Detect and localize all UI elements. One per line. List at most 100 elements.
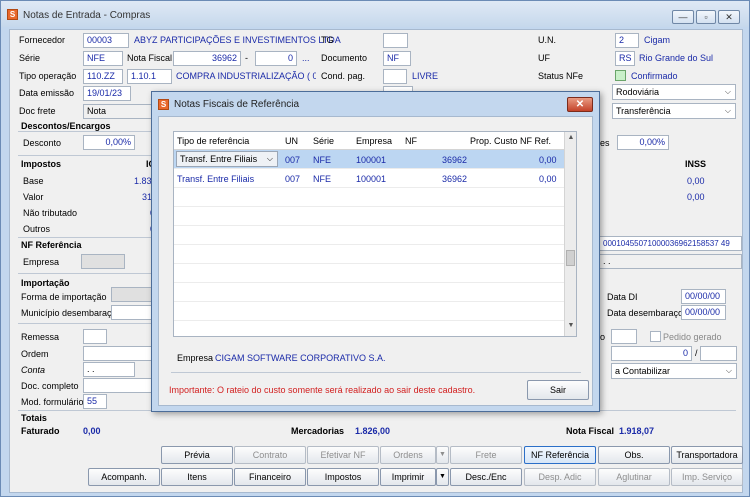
desconto-input[interactable]: 0,00% — [83, 135, 135, 150]
mod-formulario-input[interactable]: 55 — [83, 394, 107, 409]
fornecedor-code-input[interactable]: 00003 — [83, 33, 129, 48]
table-scrollbar[interactable]: ▲ ▼ — [564, 132, 576, 336]
nf-cell: 36962 — [442, 155, 468, 165]
efetivar-nf-button[interactable]: Efetivar NF — [307, 446, 379, 464]
nota-fiscal-label: Nota Fiscal — [127, 53, 173, 63]
dialog-empresa-value: CIGAM SOFTWARE CORPORATIVO S.A. — [215, 353, 386, 363]
tg-input[interactable] — [383, 33, 408, 48]
remessa-input[interactable] — [83, 329, 107, 344]
sair-button[interactable]: Sair — [527, 380, 589, 400]
table-header: Tipo de referência UN Série Empresa NF P… — [174, 132, 566, 150]
previa-button[interactable]: Prévia — [161, 446, 233, 464]
impostos-button[interactable]: Impostos — [307, 468, 379, 486]
doc-frete-label: Doc frete — [19, 106, 56, 116]
desp-adic-button[interactable]: Desp. Adic — [524, 468, 596, 486]
nota-fiscal-lookup[interactable]: ... — [302, 53, 310, 63]
close-icon[interactable]: ✕ — [567, 97, 593, 112]
doc-completo-label: Doc. completo — [21, 381, 79, 391]
table-row-empty — [174, 226, 566, 245]
zero-input[interactable]: 0 — [611, 346, 692, 361]
column-header[interactable]: NF — [405, 136, 417, 146]
divider — [18, 237, 153, 238]
maximize-icon[interactable]: ▫ — [696, 10, 716, 24]
pedido-gerado-checkbox[interactable] — [650, 331, 661, 342]
doc-frete-select[interactable]: Nota — [83, 104, 153, 119]
data-desembaraco-label: Data desembaraço — [607, 308, 684, 318]
documento-input[interactable]: NF — [383, 51, 411, 66]
column-header[interactable]: UN — [285, 136, 298, 146]
itens-button[interactable]: Itens — [161, 468, 233, 486]
dialog-panel: Tipo de referência UN Série Empresa NF P… — [158, 116, 593, 406]
minimize-icon[interactable]: — — [672, 10, 694, 24]
cond-pag-label: Cond. pag. — [321, 71, 366, 81]
transportadora-button[interactable]: Transportadora — [671, 446, 743, 464]
imprimir-dropdown-icon[interactable]: ▼ — [436, 468, 449, 486]
dialog-title: Notas Fiscais de Referência — [174, 99, 300, 110]
nf-referencia-button[interactable]: NF Referência — [524, 446, 596, 464]
obs-button[interactable]: Obs. — [598, 446, 670, 464]
financeiro-button[interactable]: Financeiro — [234, 468, 306, 486]
un-code-input[interactable]: 2 — [615, 33, 639, 48]
column-header[interactable]: Empresa — [356, 136, 392, 146]
ordens-button[interactable]: Ordens — [380, 446, 436, 464]
nota-fiscal-input[interactable]: 36962 — [173, 51, 241, 66]
doc-completo-input[interactable] — [83, 378, 153, 393]
contrato-button[interactable]: Contrato — [234, 446, 306, 464]
status-nfe-value: Confirmado — [631, 71, 678, 81]
column-header[interactable]: Tipo de referência — [177, 136, 249, 146]
tipo-operacao-desc: COMPRA INDUSTRIALIZAÇÃO ( 0 ve — [176, 71, 316, 81]
mercadorias-value: 1.826,00 — [355, 426, 391, 436]
chevron-down-icon: ⌵ — [725, 366, 732, 375]
chevron-down-icon: ⌵ — [266, 154, 273, 163]
faturado-value: 0,00 — [83, 426, 101, 436]
contabilizar-select[interactable]: a Contabilizar ⌵ — [611, 363, 737, 379]
serie-input[interactable]: NFE — [83, 51, 123, 66]
forma-importacao-label: Forma de importação — [21, 292, 107, 302]
desc-enc-button[interactable]: Desc./Enc — [450, 468, 522, 486]
acompanh-button[interactable]: Acompanh. — [88, 468, 160, 486]
column-header[interactable]: Prop. Custo NF Ref. — [470, 136, 551, 146]
cond-pag-input[interactable] — [383, 69, 407, 84]
right-pct-input[interactable]: 0,00% — [617, 135, 669, 150]
table-row-empty — [174, 207, 566, 226]
aglutinar-button[interactable]: Aglutinar — [598, 468, 670, 486]
serie-cell: NFE — [313, 174, 331, 184]
table-row[interactable]: Transf. Entre Filiais 007 NFE 100001 369… — [174, 169, 566, 188]
table-row[interactable]: Transf. Entre Filiais ⌵ 007 NFE 100001 3… — [174, 150, 566, 169]
uf-code-input[interactable]: RS — [615, 51, 635, 66]
inss-header: INSS — [685, 159, 707, 169]
slash-input[interactable] — [700, 346, 737, 361]
tipo-operacao-code-input[interactable]: 110.ZZ — [83, 69, 123, 84]
data-emissao-input[interactable]: 19/01/23 — [83, 86, 131, 101]
imp-servico-button[interactable]: Imp. Serviço — [671, 468, 743, 486]
chave-nfe-field[interactable]: 00010455071000036962158537 49 — [599, 236, 742, 251]
remessa-label: Remessa — [21, 332, 60, 342]
data-di-input[interactable]: 00/00/00 — [681, 289, 726, 304]
nota-fiscal-total-value: 1.918,07 — [619, 426, 655, 436]
tipo-operacao-cfop-input[interactable]: 1.10.1 — [127, 69, 172, 84]
frete-button[interactable]: Frete — [450, 446, 522, 464]
imprimir-button[interactable]: Imprimir — [380, 468, 436, 486]
scroll-thumb[interactable] — [566, 250, 575, 266]
serie-label: Série — [19, 53, 41, 63]
conta-input[interactable]: . . — [83, 362, 135, 377]
nf-cell: 36962 — [442, 174, 468, 184]
scroll-up-icon[interactable]: ▲ — [566, 134, 576, 146]
tipo-referencia-select[interactable]: Transf. Entre Filiais ⌵ — [176, 151, 278, 167]
tipo-operacao-label: Tipo operação — [19, 71, 77, 81]
municipio-label: Município desembaraço — [21, 308, 117, 318]
tipo-select[interactable]: Transferência ⌵ — [612, 103, 736, 119]
transporte-select[interactable]: Rodoviária ⌵ — [612, 84, 736, 100]
chave-extra-field[interactable]: . . — [599, 254, 742, 269]
municipio-input[interactable] — [111, 305, 155, 320]
o-input[interactable] — [611, 329, 637, 344]
data-desembaraco-input[interactable]: 00/00/00 — [681, 305, 726, 320]
scroll-down-icon[interactable]: ▼ — [566, 322, 576, 334]
column-header[interactable]: Série — [313, 136, 334, 146]
ordens-dropdown-icon[interactable]: ▼ — [436, 446, 449, 464]
close-icon[interactable]: ✕ — [718, 10, 740, 24]
nota-fiscal-seq-input[interactable]: 0 — [255, 51, 297, 66]
ordem-input[interactable] — [83, 346, 153, 361]
main-window: S Notas de Entrada - Compras — ▫ ✕ Forne… — [0, 0, 750, 497]
table-row-empty — [174, 245, 566, 264]
